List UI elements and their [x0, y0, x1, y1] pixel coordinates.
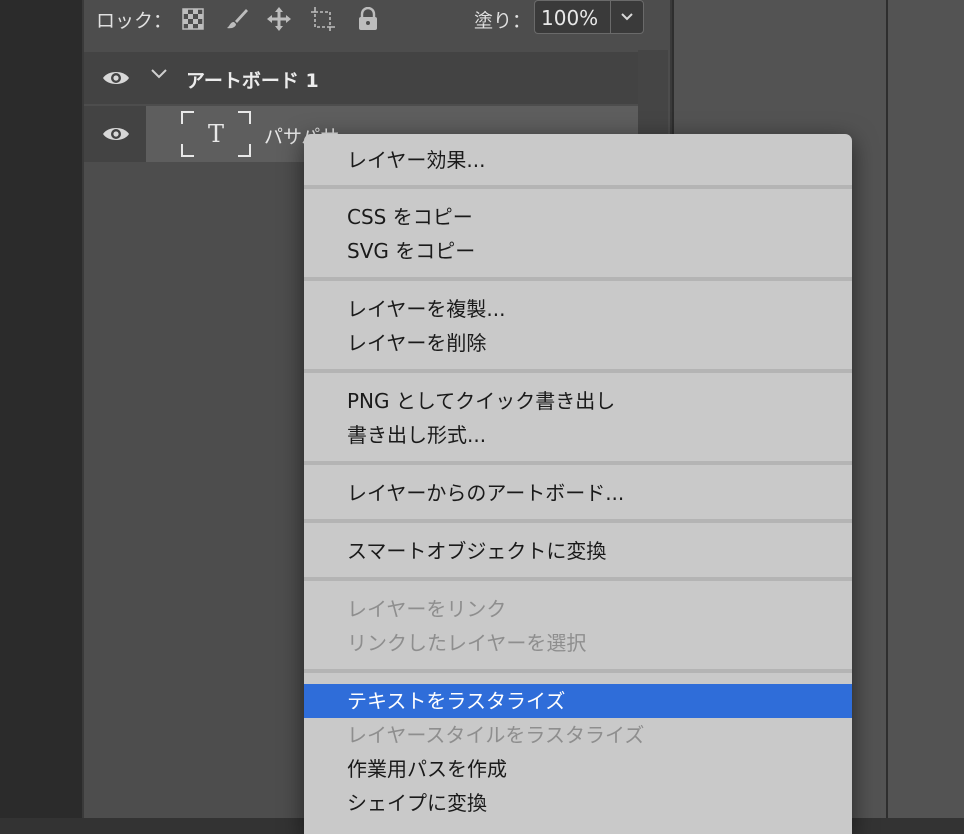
- layer-context-menu: レイヤー効果... CSS をコピー SVG をコピー レイヤーを複製... レ…: [304, 134, 852, 834]
- menu-separator: [304, 369, 852, 373]
- fill-label: 塗り：: [474, 10, 532, 32]
- lock-image-pixels-brush-icon[interactable]: [224, 6, 250, 32]
- menu-item-rasterize-type[interactable]: テキストをラスタライズ: [304, 684, 852, 718]
- visibility-eye-icon[interactable]: [102, 124, 130, 144]
- menu-item-duplicate-layer[interactable]: レイヤーを複製...: [304, 292, 852, 326]
- menu-separator: [304, 277, 852, 281]
- visibility-eye-icon[interactable]: [102, 68, 130, 88]
- menu-item-artboard-from-layers[interactable]: レイヤーからのアートボード...: [304, 476, 852, 510]
- lock-transparent-pixels-icon[interactable]: [180, 6, 206, 32]
- menu-item-link-layers: レイヤーをリンク: [347, 597, 507, 621]
- artboard-name: アートボード 1: [186, 70, 319, 92]
- menu-separator: [304, 577, 852, 581]
- menu-separator: [304, 519, 852, 523]
- text-layer-thumbnail-icon: T: [181, 111, 251, 157]
- lock-label: ロック：: [96, 10, 173, 32]
- lock-all-padlock-icon[interactable]: [355, 6, 381, 32]
- right-panel-column-secondary: [888, 0, 964, 818]
- menu-separator: [304, 461, 852, 465]
- menu-item-layer-effects[interactable]: レイヤー効果...: [304, 143, 852, 177]
- menu-item-quick-export-png[interactable]: PNG としてクイック書き出し: [304, 384, 852, 418]
- fill-opacity-input[interactable]: 100%: [534, 0, 610, 34]
- fill-opacity-dropdown[interactable]: [610, 0, 644, 34]
- menu-item-copy-svg[interactable]: SVG をコピー: [304, 234, 852, 268]
- menu-separator: [304, 669, 852, 673]
- left-dark-area: [0, 0, 82, 818]
- expand-chevron-icon[interactable]: [150, 68, 168, 80]
- menu-separator: [304, 185, 852, 189]
- menu-item-export-as[interactable]: 書き出し形式...: [304, 418, 852, 452]
- lock-position-move-icon[interactable]: [266, 6, 292, 32]
- menu-item-convert-smart-object[interactable]: スマートオブジェクトに変換: [304, 534, 852, 568]
- menu-item-rasterize-layer-style: レイヤースタイルをラスタライズ: [347, 723, 645, 747]
- chevron-down-icon: [621, 13, 633, 21]
- menu-item-copy-css[interactable]: CSS をコピー: [304, 200, 852, 234]
- menu-item-select-linked-layers: リンクしたレイヤーを選択: [347, 631, 587, 655]
- menu-item-convert-to-shape[interactable]: シェイプに変換: [304, 786, 852, 820]
- svg-text:T: T: [208, 120, 224, 148]
- layer-row-artboard[interactable]: アートボード 1: [84, 52, 638, 104]
- menu-item-create-work-path[interactable]: 作業用パスを作成: [304, 752, 852, 786]
- menu-item-delete-layer[interactable]: レイヤーを削除: [304, 326, 852, 360]
- lock-artboard-nesting-icon[interactable]: [310, 6, 336, 32]
